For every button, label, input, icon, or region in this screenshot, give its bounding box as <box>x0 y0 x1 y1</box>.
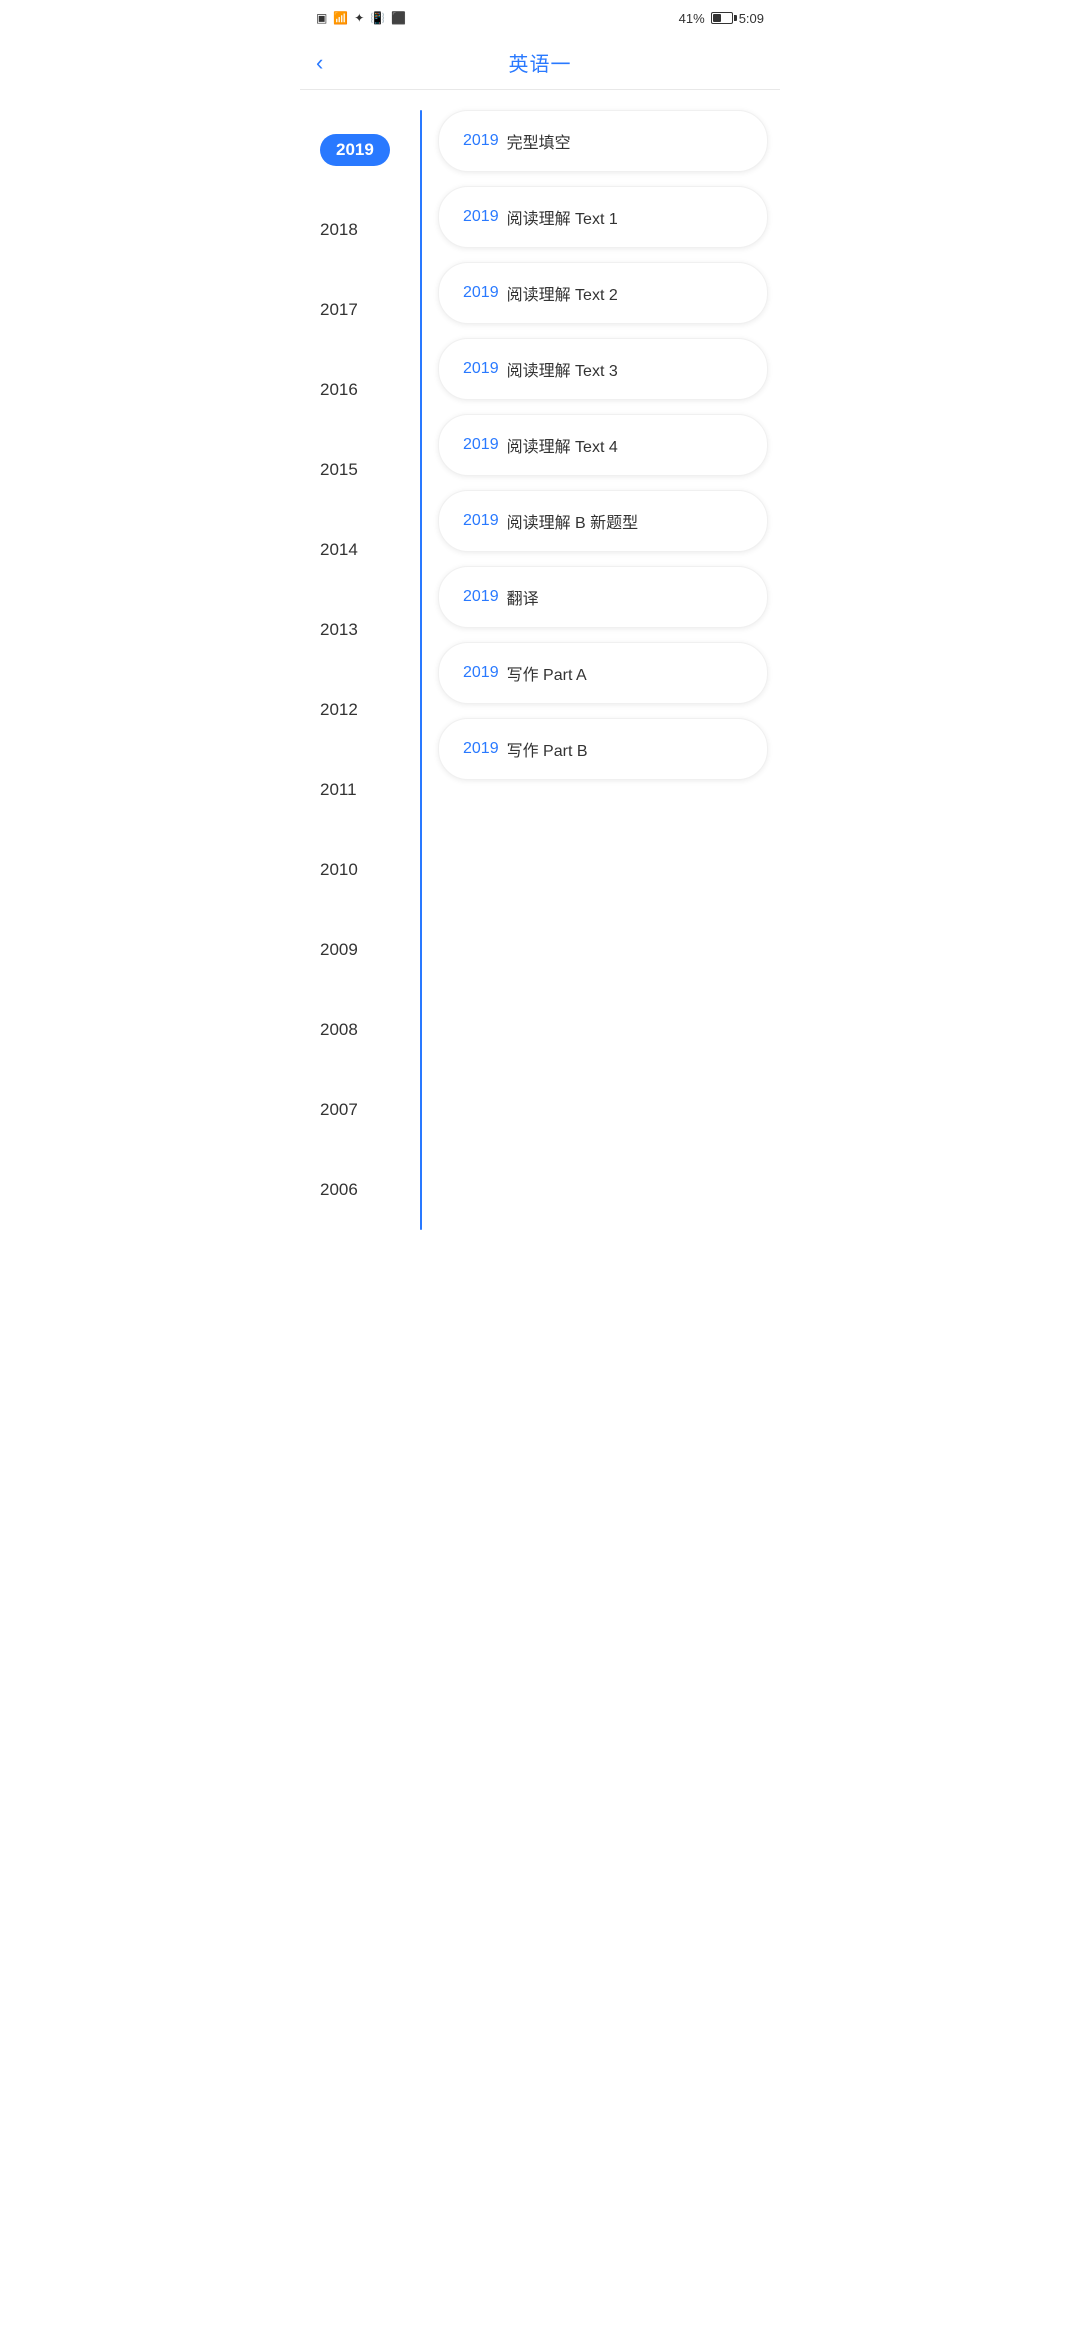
page-title: 英语一 <box>509 48 572 77</box>
year-text-2015: 2015 <box>320 460 358 480</box>
year-text-2011: 2011 <box>320 780 357 800</box>
year-text-2006: 2006 <box>320 1180 358 1200</box>
status-right-info: 41% 5:09 <box>679 11 764 26</box>
year-text-2017: 2017 <box>320 300 358 320</box>
content-year-1: 2019 <box>463 208 499 226</box>
content-year-2: 2019 <box>463 284 499 302</box>
battery-percent: 41% <box>679 11 705 26</box>
year-item-2006[interactable]: 2006 <box>312 1150 412 1230</box>
year-sidebar: 2019 2019 2018 2017 2016 2015 2014 2013 … <box>312 110 412 1230</box>
year-text-2012: 2012 <box>320 700 358 720</box>
record-icon: ⬛ <box>391 11 406 25</box>
content-name-7: 写作 Part A <box>507 661 587 685</box>
year-item-2012[interactable]: 2012 <box>312 670 412 750</box>
year-text-2014: 2014 <box>320 540 358 560</box>
content-year-4: 2019 <box>463 436 499 454</box>
vibrate-icon: 📳 <box>370 11 385 25</box>
year-item-2009[interactable]: 2009 <box>312 910 412 990</box>
content-item-fanyi[interactable]: 2019 翻译 <box>438 566 768 628</box>
content-name-0: 完型填空 <box>507 129 571 153</box>
content-item-xiezuo-b[interactable]: 2019 写作 Part B <box>438 718 768 780</box>
back-button[interactable]: ‹ <box>316 52 323 74</box>
content-year-8: 2019 <box>463 740 499 758</box>
year-item-2017[interactable]: 2017 <box>312 270 412 350</box>
year-badge-2019: 2019 <box>320 134 390 166</box>
status-left-icons: ▣ 📶 ✦ 📳 ⬛ <box>316 11 406 25</box>
content-item-yuedujiedu-3[interactable]: 2019 阅读理解 Text 3 <box>438 338 768 400</box>
year-item-2010[interactable]: 2010 <box>312 830 412 910</box>
year-item-2014[interactable]: 2014 <box>312 510 412 590</box>
content-name-3: 阅读理解 Text 3 <box>507 357 618 381</box>
content-year-5: 2019 <box>463 512 499 530</box>
status-bar: ▣ 📶 ✦ 📳 ⬛ 41% 5:09 <box>300 0 780 36</box>
year-text-2018: 2018 <box>320 220 358 240</box>
content-year-6: 2019 <box>463 588 499 606</box>
content-item-yuedujiedu-4[interactable]: 2019 阅读理解 Text 4 <box>438 414 768 476</box>
content-item-yuedujiedu-2[interactable]: 2019 阅读理解 Text 2 <box>438 262 768 324</box>
year-text-2016: 2016 <box>320 380 358 400</box>
nav-bar: ‹ 英语一 <box>300 36 780 90</box>
content-item-xiezuo-a[interactable]: 2019 写作 Part A <box>438 642 768 704</box>
year-item-2018[interactable]: 2018 <box>312 190 412 270</box>
main-content: 2019 2019 2018 2017 2016 2015 2014 2013 … <box>300 90 780 1250</box>
time-display: 5:09 <box>739 11 764 26</box>
year-item-2007[interactable]: 2007 <box>312 1070 412 1150</box>
year-item-2019[interactable]: 2019 2019 <box>312 110 412 190</box>
year-text-2013: 2013 <box>320 620 358 640</box>
divider-line <box>420 110 422 1230</box>
content-name-1: 阅读理解 Text 1 <box>507 205 618 229</box>
content-list: 2019 完型填空 2019 阅读理解 Text 1 2019 阅读理解 Tex… <box>430 110 768 1230</box>
sim-icon: ▣ <box>316 11 327 25</box>
content-year-7: 2019 <box>463 664 499 682</box>
content-name-2: 阅读理解 Text 2 <box>507 281 618 305</box>
content-name-6: 翻译 <box>507 585 539 609</box>
year-item-2011[interactable]: 2011 <box>312 750 412 830</box>
year-text-2008: 2008 <box>320 1020 358 1040</box>
year-text-2007: 2007 <box>320 1100 358 1120</box>
year-item-2015[interactable]: 2015 <box>312 430 412 510</box>
content-name-5: 阅读理解 B 新题型 <box>507 509 639 533</box>
bluetooth-icon: ✦ <box>354 11 364 25</box>
year-item-2013[interactable]: 2013 <box>312 590 412 670</box>
content-name-4: 阅读理解 Text 4 <box>507 433 618 457</box>
content-name-8: 写作 Part B <box>507 737 588 761</box>
year-text-2009: 2009 <box>320 940 358 960</box>
year-text-2010: 2010 <box>320 860 358 880</box>
wifi-icon: 📶 <box>333 11 348 25</box>
content-year-3: 2019 <box>463 360 499 378</box>
year-item-2008[interactable]: 2008 <box>312 990 412 1070</box>
content-item-wanxing[interactable]: 2019 完型填空 <box>438 110 768 172</box>
battery-icon <box>711 12 733 24</box>
content-year-0: 2019 <box>463 132 499 150</box>
content-item-yuedujiedu-b[interactable]: 2019 阅读理解 B 新题型 <box>438 490 768 552</box>
year-item-2016[interactable]: 2016 <box>312 350 412 430</box>
content-item-yuedujiedu-1[interactable]: 2019 阅读理解 Text 1 <box>438 186 768 248</box>
